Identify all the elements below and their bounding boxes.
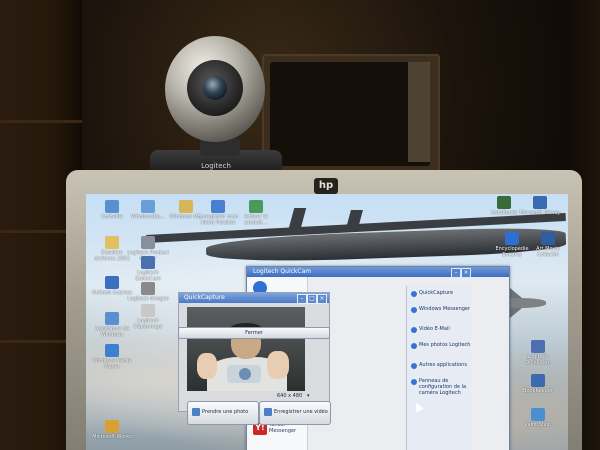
bullet-icon [411, 343, 417, 349]
shortcut-icon [179, 200, 193, 213]
video-camera-icon [264, 408, 272, 416]
shortcut-icon [505, 232, 519, 245]
side-panel-item-label: Mes photos Logitech [419, 342, 471, 348]
desktop-icon-label: Assistance de Windows [94, 326, 130, 338]
close-button[interactable]: Fermer [178, 327, 330, 339]
take-photo-button[interactable]: Prendre une photo [187, 401, 259, 425]
photo-scene: Logitech hp Corbeille WindowsUp... Windows… [0, 0, 600, 450]
shortcut-icon [105, 420, 119, 433]
record-video-button[interactable]: Enregistrer une vidéo [259, 401, 331, 425]
desktop-icon-label: Activer le produit... [244, 214, 268, 226]
desktop-icon[interactable]: Logitech QuickCam [516, 340, 560, 366]
desktop-icon-label: Art Movie Collectin [536, 246, 560, 258]
shortcut-icon [211, 200, 225, 213]
laptop-screen: Corbeille WindowsUp... Windows M... Enregis… [86, 194, 568, 450]
shortcut-icon [497, 196, 511, 209]
quickcam-side-panel: – × QuickCapture Windows Messenger Vidéo E… [406, 268, 471, 450]
bullet-icon [411, 379, 417, 385]
desktop-icon[interactable]: Art Movie Collectin [526, 232, 568, 258]
desktop-icon[interactable]: Paint Shop [516, 408, 560, 428]
desktop-icon[interactable]: BookKeeper [516, 374, 560, 394]
desktop-icon[interactable]: Logitech Images [126, 282, 170, 302]
record-video-label: Enregistrer une vidéo [274, 409, 328, 415]
bullet-icon [411, 291, 417, 297]
desktop-icon-label: Windows Media Player [92, 358, 132, 370]
shortcut-icon [105, 312, 119, 325]
launcher-title: Logitech QuickCam [253, 268, 312, 275]
webcam-brand: Logitech [201, 162, 231, 170]
desktop-icon[interactable]: Microsoft Money [518, 196, 562, 216]
side-panel-item-label: QuickCapture [419, 290, 454, 296]
close-icon[interactable]: × [461, 268, 471, 278]
close-icon[interactable]: × [317, 294, 327, 304]
side-panel-item-label: Vidéo E-Mail [419, 326, 450, 332]
side-panel-item-label: Windows Messenger [419, 306, 471, 312]
webcam-preview [187, 307, 305, 391]
quickcapture-window[interactable]: QuickCapture – □ × 640 x 480 ▾ Prendre u… [178, 292, 331, 425]
shortcut-icon [541, 232, 555, 245]
shortcut-icon [531, 374, 545, 387]
shortcut-icon [141, 304, 155, 317]
desktop-icon-label: Paint Shop [524, 422, 552, 428]
desktop-icon-label: Microsoft Works [92, 434, 132, 440]
shortcut-icon [141, 256, 155, 269]
desktop-icon-label: Logitech Images [127, 296, 169, 302]
take-photo-label: Prendre une photo [202, 409, 249, 415]
resolution-select[interactable]: 640 x 480 [277, 393, 302, 399]
preview-hand [197, 353, 217, 379]
webcam [165, 36, 265, 142]
shelf-edge [0, 120, 82, 123]
bullet-icon [411, 327, 417, 333]
desktop-icon[interactable]: Activer le produit... [234, 200, 278, 226]
preview-camera-lens [239, 368, 251, 380]
hp-logo: hp [314, 178, 338, 194]
webcam-lens-ring [187, 60, 243, 116]
preview-camera [227, 365, 261, 383]
bullet-icon [411, 363, 417, 369]
maximize-icon[interactable]: □ [307, 294, 317, 304]
shortcut-icon [105, 200, 119, 213]
crt-screen [270, 62, 430, 166]
side-panel-item-label: Panneau de configuration de la caméra Lo… [419, 378, 467, 396]
webcam-lens [203, 76, 227, 100]
chevron-down-icon[interactable]: ▾ [307, 393, 310, 399]
shortcut-icon [141, 282, 155, 295]
shortcut-icon [249, 200, 263, 213]
shortcut-icon [141, 200, 155, 213]
quickcapture-title-bar[interactable]: QuickCapture – □ × [179, 293, 329, 304]
minimize-icon[interactable]: – [451, 268, 461, 278]
desktop-icon-label: Logitech QuickCam [525, 354, 551, 366]
shortcut-icon [533, 196, 547, 209]
shortcut-icon [531, 340, 545, 353]
shortcut-icon [105, 276, 119, 289]
side-panel-item-label: Autres applications [419, 362, 467, 368]
crt-side [408, 62, 430, 162]
shortcut-icon [105, 344, 119, 357]
desktop-icon[interactable]: Microsoft Works [90, 420, 134, 440]
shortcut-icon [531, 408, 545, 421]
desktop-icon[interactable]: Windows Media Player [90, 344, 134, 370]
shortcut-icon [105, 236, 119, 249]
shortcut-icon [141, 236, 155, 249]
desktop-icon-label: Microsoft Money [519, 210, 561, 216]
bullet-icon [411, 307, 417, 313]
quickcapture-title: QuickCapture [184, 294, 225, 301]
desktop-icon[interactable]: Assistance de Windows [90, 312, 134, 338]
preview-hand [267, 351, 289, 379]
camera-icon [192, 408, 200, 416]
desktop-icon-label: BookKeeper [523, 388, 553, 394]
minimize-icon[interactable]: – [297, 294, 307, 304]
